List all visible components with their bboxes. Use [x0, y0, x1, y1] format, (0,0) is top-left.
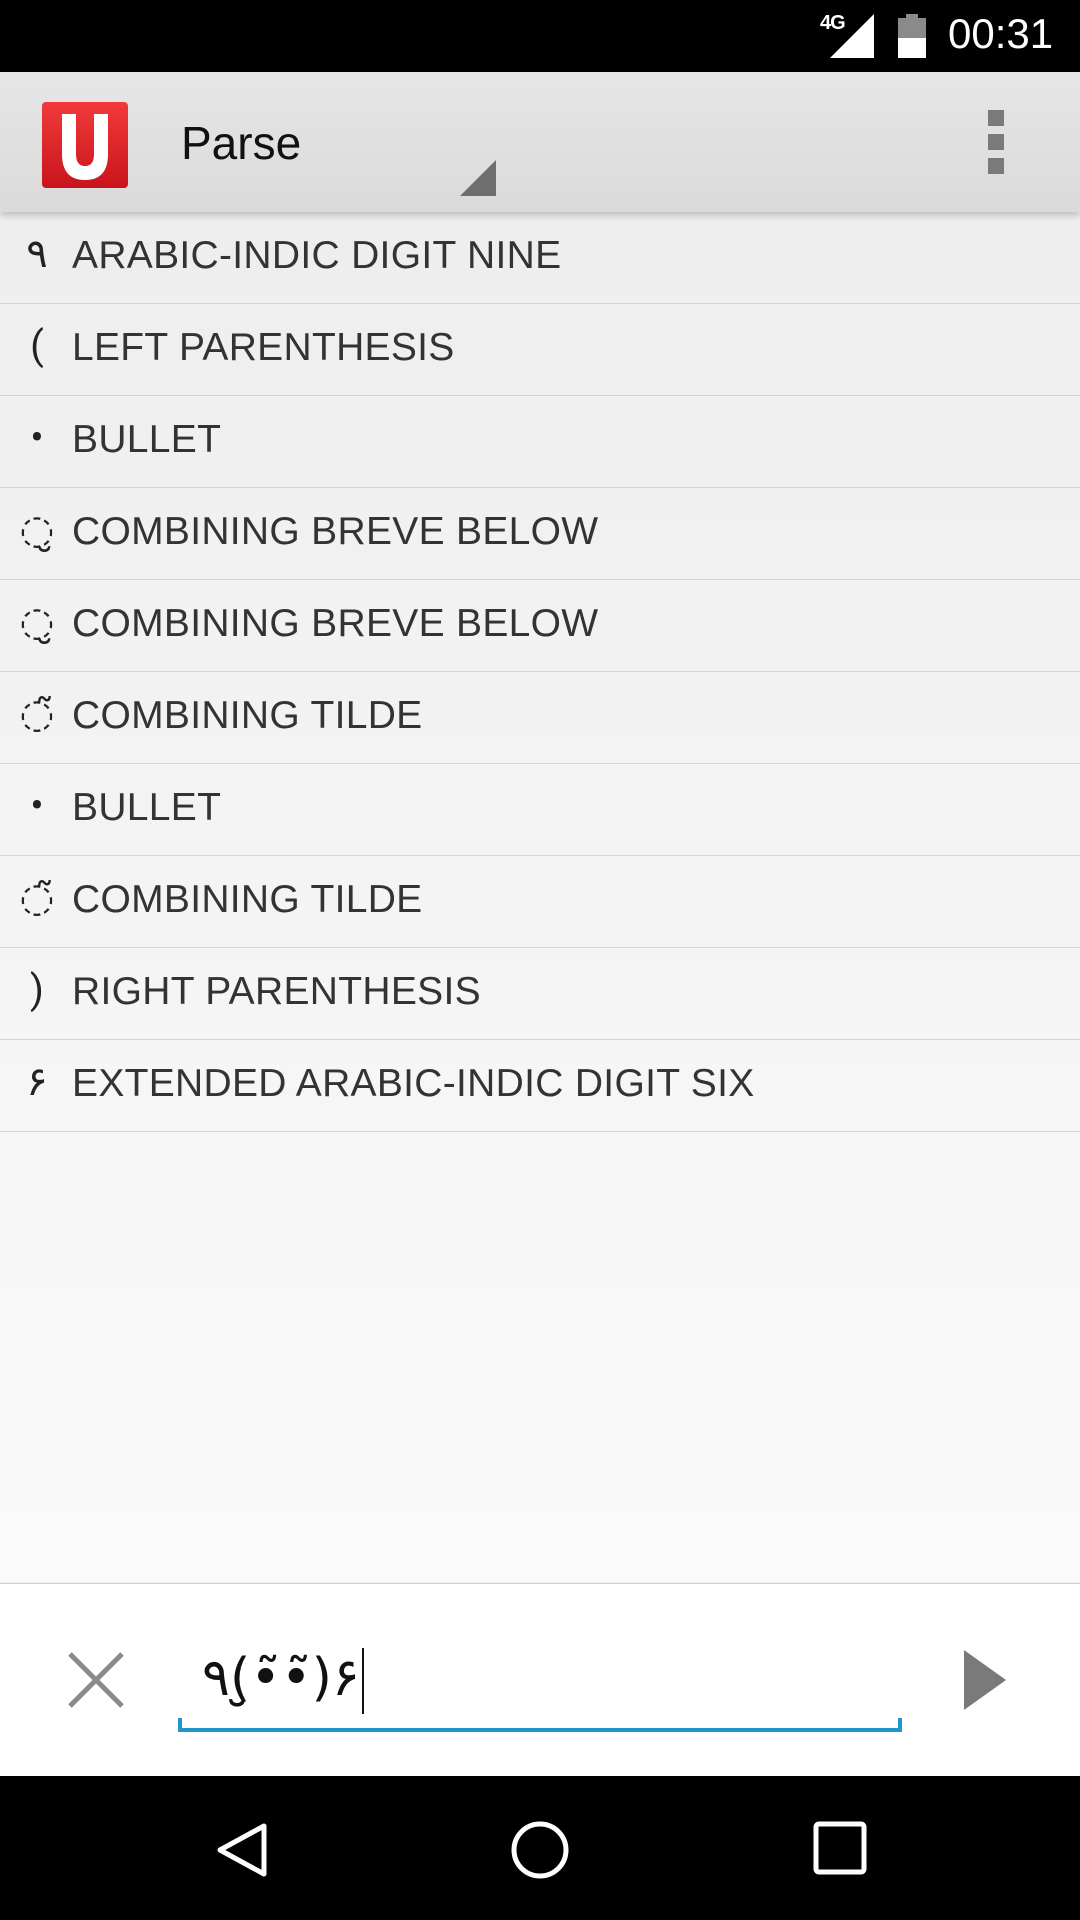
text-input-value: ٩(̮̮•̃•̃)۶ [202, 1648, 364, 1714]
list-item[interactable]: ◌̃ COMBINING TILDE [0, 856, 1080, 948]
home-icon[interactable] [508, 1818, 572, 1882]
list-item[interactable]: • BULLET [0, 764, 1080, 856]
char-glyph: • [30, 414, 44, 461]
char-name: LEFT PARENTHESIS [72, 326, 455, 369]
status-bar: 4G 00:31 [0, 0, 1080, 72]
play-arrow-icon[interactable] [962, 1648, 1008, 1712]
signal-icon [830, 14, 874, 58]
input-area: ٩(̮̮•̃•̃)۶ [0, 1583, 1080, 1777]
list-item[interactable]: ٩ ARABIC-INDIC DIGIT NINE [0, 212, 1080, 304]
list-item[interactable]: ( LEFT PARENTHESIS [0, 304, 1080, 396]
list-item[interactable]: ) RIGHT PARENTHESIS [0, 948, 1080, 1040]
app-icon [42, 102, 128, 188]
overflow-menu-icon[interactable] [978, 110, 1014, 176]
char-name: ARABIC-INDIC DIGIT NINE [72, 234, 562, 277]
list-item[interactable]: ◌̮ COMBINING BREVE BELOW [0, 580, 1080, 672]
recents-icon[interactable] [812, 1820, 868, 1876]
char-name: EXTENDED ARABIC-INDIC DIGIT SIX [72, 1062, 755, 1105]
dropdown-arrow-icon [460, 160, 496, 196]
action-bar: Parse [0, 72, 1080, 212]
char-glyph: ◌̮ [19, 598, 55, 645]
character-list: ٩ ARABIC-INDIC DIGIT NINE ( LEFT PARENTH… [0, 212, 1080, 1582]
list-item[interactable]: • BULLET [0, 396, 1080, 488]
list-item[interactable]: ۶ EXTENDED ARABIC-INDIC DIGIT SIX [0, 1040, 1080, 1132]
char-name: BULLET [72, 786, 222, 829]
char-glyph: ) [30, 966, 44, 1013]
char-glyph: ◌̮ [19, 506, 55, 553]
clock: 00:31 [948, 10, 1054, 57]
list-item[interactable]: ◌̮ COMBINING BREVE BELOW [0, 488, 1080, 580]
text-input-content: ٩(̮̮•̃•̃)۶ [202, 1648, 360, 1708]
char-name: COMBINING TILDE [72, 878, 423, 921]
list-item[interactable]: ◌̃ COMBINING TILDE [0, 672, 1080, 764]
spinner-label: Parse [181, 117, 302, 169]
char-name: COMBINING BREVE BELOW [72, 602, 599, 645]
back-icon[interactable] [212, 1820, 272, 1880]
text-input[interactable]: ٩(̮̮•̃•̃)۶ [178, 1628, 902, 1732]
char-glyph: • [30, 782, 44, 829]
char-name: BULLET [72, 418, 222, 461]
text-cursor [361, 1648, 364, 1714]
navigation-bar [0, 1776, 1080, 1920]
char-glyph: ٩ [26, 230, 48, 277]
char-name: COMBINING TILDE [72, 694, 423, 737]
battery-icon [898, 14, 926, 58]
char-glyph: ( [30, 322, 44, 369]
char-glyph: ◌̃ [19, 690, 55, 737]
char-glyph: ۶ [26, 1058, 48, 1105]
char-name: COMBINING BREVE BELOW [72, 510, 599, 553]
close-icon[interactable] [64, 1648, 128, 1712]
char-glyph: ◌̃ [19, 874, 55, 921]
char-name: RIGHT PARENTHESIS [72, 970, 481, 1013]
